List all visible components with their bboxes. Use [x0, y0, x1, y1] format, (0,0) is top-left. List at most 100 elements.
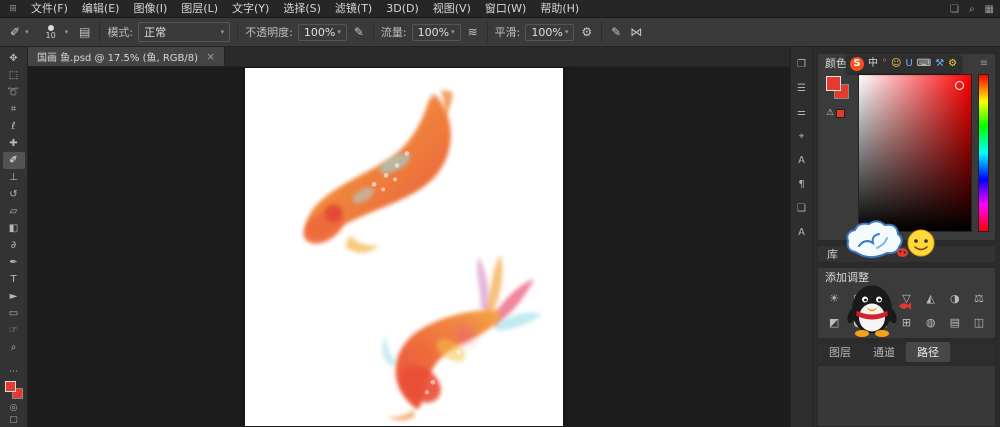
- red-fish-sticker[interactable]: [897, 301, 913, 311]
- screen-mode-icon[interactable]: ▢: [9, 415, 18, 425]
- pressure-size-icon[interactable]: ✎: [609, 25, 623, 39]
- canvas[interactable]: [28, 67, 790, 427]
- close-icon[interactable]: ×: [206, 50, 215, 63]
- adjustment-posterize[interactable]: ▤: [943, 312, 967, 332]
- adjustments-panel-icon[interactable]: ⚌: [797, 107, 806, 118]
- hue-slider[interactable]: [978, 74, 989, 232]
- brush-panel-toggle-icon[interactable]: ▤: [77, 25, 92, 39]
- menu-file[interactable]: 文件(F): [24, 0, 75, 18]
- paths-panel-body[interactable]: [817, 366, 996, 427]
- koi-artwork: [245, 68, 563, 426]
- adjustment-color-lookup[interactable]: ⊞: [894, 312, 918, 332]
- eyedropper-tool[interactable]: ℓ: [3, 118, 25, 135]
- adjustment-threshold[interactable]: ◫: [967, 312, 991, 332]
- ime-keyboard-icon[interactable]: ⌨: [917, 57, 931, 71]
- opacity-input[interactable]: 100% ▾: [298, 24, 347, 41]
- tab-channels[interactable]: 通道: [862, 342, 906, 362]
- properties-panel-icon[interactable]: ☰: [797, 83, 806, 94]
- chick-emoji-sticker[interactable]: [906, 228, 936, 258]
- adjustment-brightness-contrast[interactable]: ☀: [822, 288, 846, 308]
- layers-panel-tabs: 图层 通道 路径: [817, 343, 996, 362]
- menu-window[interactable]: 窗口(W): [478, 0, 533, 18]
- artboard[interactable]: [245, 68, 563, 426]
- blur-tool[interactable]: ∂: [3, 237, 25, 254]
- history-brush-tool[interactable]: ↺: [3, 186, 25, 203]
- sogou-logo-icon[interactable]: S: [850, 57, 864, 71]
- ime-punctuation-icon[interactable]: °: [882, 57, 887, 71]
- menu-help[interactable]: 帮助(H): [533, 0, 586, 18]
- ime-chinese-mode-icon[interactable]: 中: [868, 57, 878, 71]
- blend-mode-select[interactable]: 正常 ▾: [138, 22, 230, 42]
- adjustment-invert[interactable]: ◍: [919, 312, 943, 332]
- color-panel-tab[interactable]: 颜色: [825, 55, 847, 71]
- path-select-tool[interactable]: ►: [3, 288, 25, 305]
- ime-toolbox-icon[interactable]: ⚒: [935, 57, 944, 71]
- shape-tool[interactable]: ▭: [3, 305, 25, 322]
- menu-view[interactable]: 视图(V): [426, 0, 478, 18]
- menu-select[interactable]: 选择(S): [276, 0, 328, 18]
- menu-3d[interactable]: 3D(D): [379, 0, 426, 18]
- panel-menu-icon[interactable]: ≡: [980, 58, 988, 69]
- clone-stamp-tool[interactable]: ⊥: [3, 169, 25, 186]
- ime-settings-icon[interactable]: ⚙: [948, 57, 957, 71]
- glyphs-panel-icon[interactable]: ❏: [797, 203, 806, 214]
- adjustment-black-white[interactable]: ◩: [822, 312, 846, 332]
- tab-paths[interactable]: 路径: [906, 342, 950, 362]
- healing-brush-tool[interactable]: ✚: [3, 135, 25, 152]
- tool-preset-picker[interactable]: ✐ ▾: [6, 23, 33, 41]
- move-tool[interactable]: ✥: [3, 50, 25, 67]
- ime-voice-icon[interactable]: U: [905, 57, 912, 71]
- clone-source-panel-icon[interactable]: ⌖: [799, 131, 805, 142]
- flow-label: 流量:: [381, 24, 407, 40]
- menu-filter[interactable]: 滤镜(T): [328, 0, 379, 18]
- adjustment-vibrance[interactable]: ◭: [919, 288, 943, 308]
- menu-layer[interactable]: 图层(L): [174, 0, 225, 18]
- smoothing-gear-icon[interactable]: ⚙: [579, 25, 594, 39]
- chevron-down-icon: ▾: [221, 28, 225, 36]
- marquee-tool[interactable]: ⬚: [3, 67, 25, 84]
- pen-tool[interactable]: ✒: [3, 254, 25, 271]
- saturation-brightness-field[interactable]: [858, 74, 972, 232]
- crop-tool[interactable]: ⌗: [3, 101, 25, 118]
- workspace-icon[interactable]: ▦: [985, 4, 994, 15]
- lasso-tool[interactable]: ➰: [3, 84, 25, 101]
- color-picker-cursor[interactable]: [955, 81, 964, 90]
- zoom-tool[interactable]: ⌕: [3, 339, 25, 356]
- eraser-tool[interactable]: ▱: [3, 203, 25, 220]
- foreground-color-swatch[interactable]: [826, 76, 841, 91]
- adjustment-hue-saturation[interactable]: ◑: [943, 288, 967, 308]
- gamut-warning-icon[interactable]: ⚠: [826, 108, 834, 118]
- crop-icon: ⌗: [11, 105, 17, 115]
- gradient-tool[interactable]: ◧: [3, 220, 25, 237]
- flow-input[interactable]: 100% ▾: [412, 24, 461, 41]
- menu-image[interactable]: 图像(I): [126, 0, 174, 18]
- arrange-panel-icon[interactable]: ❐: [797, 59, 806, 70]
- paragraph-panel-icon[interactable]: ¶: [798, 179, 804, 190]
- quick-mask-icon[interactable]: ◎: [10, 403, 18, 413]
- ime-emoji-icon[interactable]: ☺: [891, 57, 901, 71]
- arrange-documents-icon[interactable]: ❏: [950, 4, 959, 15]
- adjustment-color-balance[interactable]: ⚖: [967, 288, 991, 308]
- document-tab[interactable]: 国画 鱼.psd @ 17.5% (鱼, RGB/8) ×: [28, 47, 225, 66]
- opacity-value: 100%: [304, 26, 335, 39]
- brush-size-picker[interactable]: 10 ▾: [38, 23, 73, 42]
- edit-toolbar-icon[interactable]: ⋯: [9, 367, 18, 377]
- airbrush-icon[interactable]: ≋: [466, 25, 480, 39]
- brush-tool[interactable]: ✐: [3, 152, 25, 169]
- color-swatches[interactable]: [5, 381, 23, 399]
- gamut-color-swatch[interactable]: [836, 109, 845, 118]
- foreground-color-swatch[interactable]: [5, 381, 16, 392]
- tab-layers[interactable]: 图层: [818, 342, 862, 362]
- character-panel-icon[interactable]: A: [798, 155, 805, 166]
- search-icon[interactable]: ⌕: [969, 4, 975, 15]
- qq-penguin-sticker[interactable]: [846, 281, 898, 338]
- character-styles-panel-icon[interactable]: A: [798, 227, 805, 238]
- smoothing-input[interactable]: 100% ▾: [525, 24, 574, 41]
- symmetry-icon[interactable]: ⋈: [628, 25, 644, 39]
- pressure-opacity-icon[interactable]: ✎: [352, 25, 366, 39]
- blend-mode-value: 正常: [144, 24, 166, 40]
- type-tool[interactable]: T: [3, 271, 25, 288]
- hand-tool[interactable]: ☞: [3, 322, 25, 339]
- menu-type[interactable]: 文字(Y): [225, 0, 276, 18]
- menu-edit[interactable]: 编辑(E): [75, 0, 127, 18]
